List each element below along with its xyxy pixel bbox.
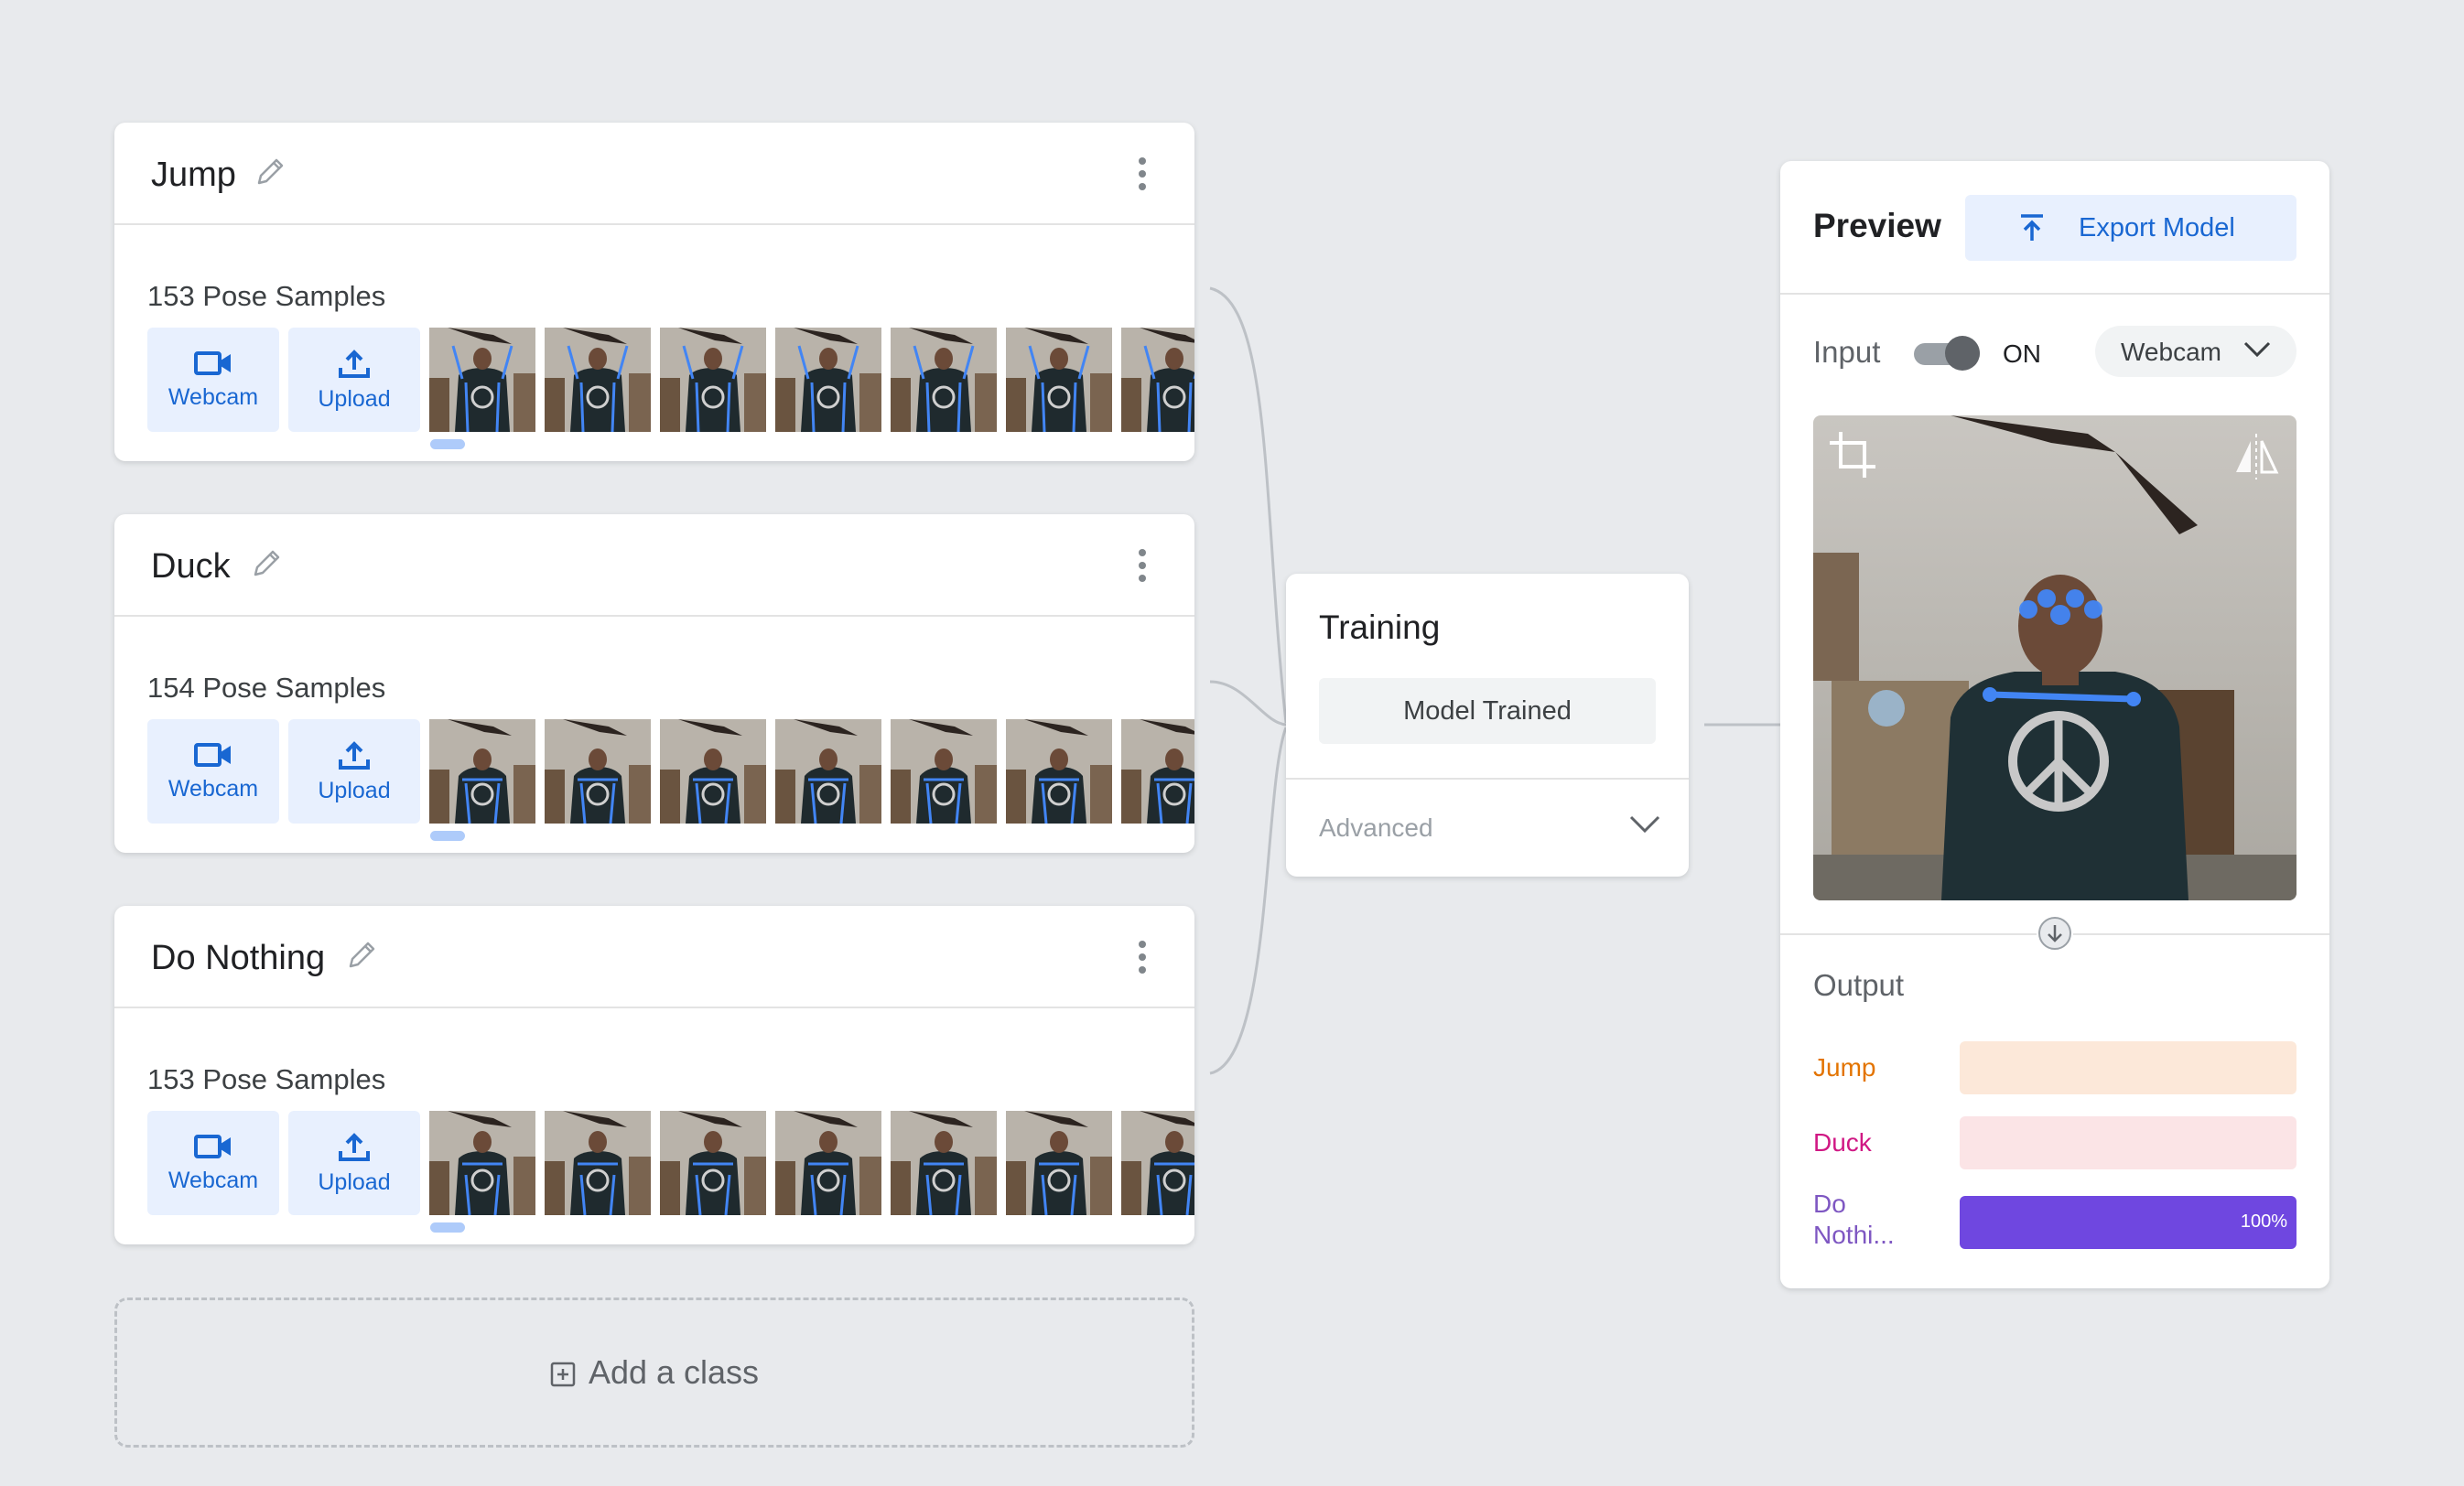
sample-thumbnail[interactable] [1006,719,1112,824]
webcam-button[interactable]: Webcam [147,719,279,824]
input-label: Input [1813,335,1881,369]
arrow-down-icon [2037,915,2073,952]
more-options-icon[interactable] [1138,157,1147,190]
pencil-icon[interactable] [343,937,380,974]
pencil-icon[interactable] [252,154,288,190]
sample-thumbnail[interactable] [429,328,535,432]
confidence-percent: 100% [2240,1211,2287,1232]
toggle-state-label: ON [2003,339,2041,368]
sample-thumbnail[interactable] [775,719,881,824]
chevron-down-icon [2243,341,2271,358]
class-card-jump: Jump 153 Pose Samples Webcam Upload [114,123,1194,461]
confidence-bar [1960,1041,2296,1094]
class-header: Duck [114,514,1194,617]
training-title: Training [1319,608,1441,646]
upload-button[interactable]: Upload [288,328,420,432]
confidence-bar [1960,1116,2296,1169]
output-class-label: Do Nothi... [1813,1190,1895,1249]
sample-thumbnail[interactable] [891,328,997,432]
webcam-button[interactable]: Webcam [147,1111,279,1215]
input-toggle[interactable] [1914,336,1980,371]
input-source-select[interactable]: Webcam [2095,326,2296,377]
webcam-label: Webcam [168,1168,259,1193]
video-camera-icon [194,1135,231,1158]
sample-thumbnail[interactable] [1006,1111,1112,1215]
class-title[interactable]: Duck [151,547,231,587]
webcam-label: Webcam [168,776,259,802]
add-class-label: Add a class [588,1353,760,1391]
preview-panel: Preview Export Model Input ON Webcam Out… [1780,161,2329,1288]
train-model-button[interactable]: Model Trained [1319,678,1656,744]
sample-thumbnail[interactable] [775,328,881,432]
sample-thumbnails[interactable] [429,719,1194,824]
scroll-indicator[interactable] [430,1222,465,1233]
upload-label: Upload [318,386,391,412]
sample-thumbnail[interactable] [1121,328,1194,432]
video-camera-icon [194,351,231,375]
class-card-duck: Duck 154 Pose Samples Webcam Upload [114,514,1194,853]
class-title[interactable]: Jump [151,156,236,195]
sample-thumbnail[interactable] [660,719,766,824]
chevron-down-icon[interactable] [1628,813,1661,835]
upload-icon [339,1133,370,1161]
more-options-icon[interactable] [1138,941,1147,974]
class-header: Jump [114,123,1194,225]
export-model-label: Export Model [2079,213,2235,242]
upload-label: Upload [318,1169,391,1195]
export-upload-icon [2021,214,2043,241]
training-panel: Training Model Trained Advanced [1286,574,1689,877]
preview-title: Preview [1813,207,1941,244]
sample-thumbnail[interactable] [545,1111,651,1215]
confidence-bar: 100% [1960,1196,2296,1249]
webcam-button[interactable]: Webcam [147,328,279,432]
divider [1780,293,2329,295]
sample-thumbnail[interactable] [891,1111,997,1215]
add-box-icon [550,1362,576,1387]
output-row-jump: Jump [1813,1041,2296,1094]
upload-icon [339,350,370,378]
sample-count: 153 Pose Samples [147,280,386,312]
sample-thumbnails[interactable] [429,1111,1194,1215]
class-title[interactable]: Do Nothing [151,939,325,978]
add-class-button[interactable]: Add a class [114,1298,1194,1448]
sample-count: 154 Pose Samples [147,672,386,704]
sample-thumbnail[interactable] [660,328,766,432]
output-row-do-nothing: Do Nothi... 100% [1813,1190,2296,1249]
sample-thumbnail[interactable] [1006,328,1112,432]
sample-thumbnail[interactable] [1121,719,1194,824]
sample-thumbnail[interactable] [545,719,651,824]
sample-thumbnail[interactable] [775,1111,881,1215]
class-card-do-nothing: Do Nothing 153 Pose Samples Webcam Uploa… [114,906,1194,1244]
class-header: Do Nothing [114,906,1194,1008]
sample-thumbnails[interactable] [429,328,1194,432]
export-model-button[interactable]: Export Model [1965,195,2296,261]
input-source-value: Webcam [2121,338,2221,366]
upload-label: Upload [318,778,391,803]
scroll-indicator[interactable] [430,831,465,841]
upload-icon [339,741,370,770]
sample-thumbnail[interactable] [545,328,651,432]
sample-thumbnail[interactable] [429,1111,535,1215]
output-row-duck: Duck [1813,1116,2296,1169]
scroll-indicator[interactable] [430,439,465,449]
advanced-toggle-label[interactable]: Advanced [1319,813,1433,843]
more-options-icon[interactable] [1138,549,1147,582]
output-class-label: Duck [1813,1128,1872,1157]
sample-thumbnail[interactable] [1121,1111,1194,1215]
output-class-label: Jump [1813,1053,1876,1082]
webcam-preview [1813,415,2296,900]
output-label: Output [1813,968,1905,1002]
webcam-label: Webcam [168,384,259,410]
sample-thumbnail[interactable] [429,719,535,824]
video-camera-icon [194,743,231,767]
pencil-icon[interactable] [248,545,285,582]
upload-button[interactable]: Upload [288,719,420,824]
sample-count: 153 Pose Samples [147,1063,386,1095]
sample-thumbnail[interactable] [660,1111,766,1215]
sample-thumbnail[interactable] [891,719,997,824]
divider [1286,778,1689,780]
upload-button[interactable]: Upload [288,1111,420,1215]
